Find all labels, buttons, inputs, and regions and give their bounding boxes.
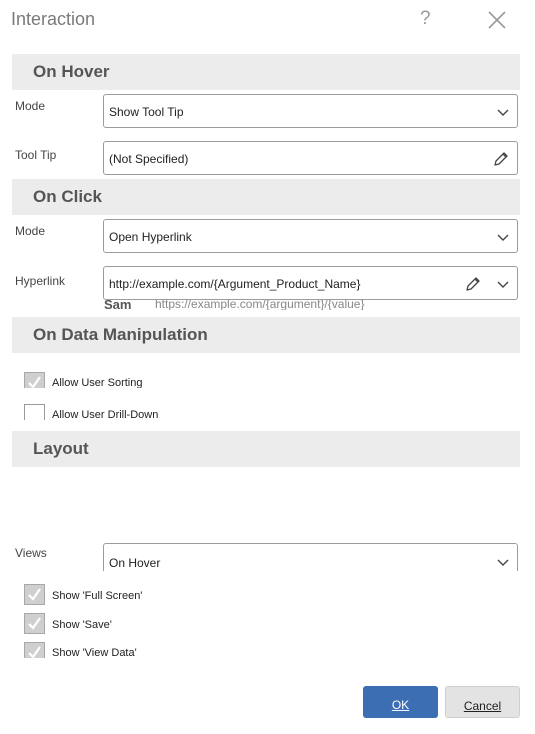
hyperlink-field[interactable]: http://example.com/{Argument_Product_Nam… [103,266,518,300]
close-icon[interactable] [486,9,508,31]
dialog-title: Interaction [11,9,96,29]
chevron-down-icon[interactable] [497,278,509,290]
pencil-icon[interactable] [492,150,510,168]
click-mode-select[interactable]: Open Hyperlink [103,219,518,253]
cancel-button-label: Cancel [463,699,502,713]
ok-button[interactable]: OK [363,686,438,718]
section-title: Layout [33,439,89,458]
section-on-click: On Click [12,179,520,215]
footer: OK Cancel [0,686,535,718]
allow-sorting-row[interactable]: Allow User Sorting [20,368,320,388]
click-mode-value: Open Hyperlink [109,230,192,244]
show-view-data-label: Show 'View Data' [52,647,137,658]
tooltip-label: Tool Tip [15,148,57,162]
section-on-hover: On Hover [12,54,520,90]
tooltip-value: (Not Specified) [109,152,189,166]
allow-sorting-label: Allow User Sorting [52,377,143,388]
hover-mode-value: Show Tool Tip [109,105,184,119]
section-on-data-manipulation: On Data Manipulation [12,317,520,353]
show-save-label: Show 'Save' [52,619,112,631]
allow-drilldown-checkbox[interactable] [24,404,45,420]
help-icon[interactable]: ? [420,8,431,30]
click-mode-label: Mode [15,224,46,238]
pencil-icon[interactable] [464,275,482,293]
allow-drilldown-row[interactable]: Allow User Drill-Down [20,400,320,420]
allow-sorting-checkbox[interactable] [24,372,45,388]
hover-mode-select[interactable]: Show Tool Tip [103,94,518,128]
ok-button-label: OK [391,698,410,712]
show-save-checkbox[interactable] [24,613,45,634]
views-select-wrap[interactable]: On Hover [103,543,518,571]
hover-mode-label: Mode [15,99,46,113]
check-icon [28,646,41,658]
sample-row: Sam https://example.com/{argument}/{valu… [100,300,520,310]
show-full-screen-label: Show 'Full Screen' [52,590,143,602]
allow-drilldown-label: Allow User Drill-Down [52,409,159,420]
hyperlink-label: Hyperlink [15,274,66,288]
chevron-down-icon [497,559,509,566]
chevron-down-icon [497,109,509,116]
section-title: On Click [33,187,102,206]
hyperlink-value: http://example.com/{Argument_Product_Nam… [109,277,361,291]
section-title: On Data Manipulation [33,325,208,344]
show-view-data-checkbox[interactable] [24,642,45,658]
check-icon [28,588,41,601]
tooltip-field[interactable]: (Not Specified) [103,141,518,175]
sample-label: Sam [104,300,132,310]
views-label: Views [15,546,47,560]
sample-value: https://example.com/{argument}/{value} [155,300,365,310]
show-view-data-row[interactable]: Show 'View Data' [20,638,320,658]
check-icon [28,376,41,388]
section-layout: Layout [12,431,520,467]
views-value: On Hover [109,556,161,570]
chevron-down-icon [497,234,509,241]
cancel-button[interactable]: Cancel [445,686,520,718]
show-full-screen-checkbox[interactable] [24,584,45,605]
views-select[interactable]: On Hover [103,543,518,571]
check-icon [28,617,41,630]
section-title: On Hover [33,62,110,81]
